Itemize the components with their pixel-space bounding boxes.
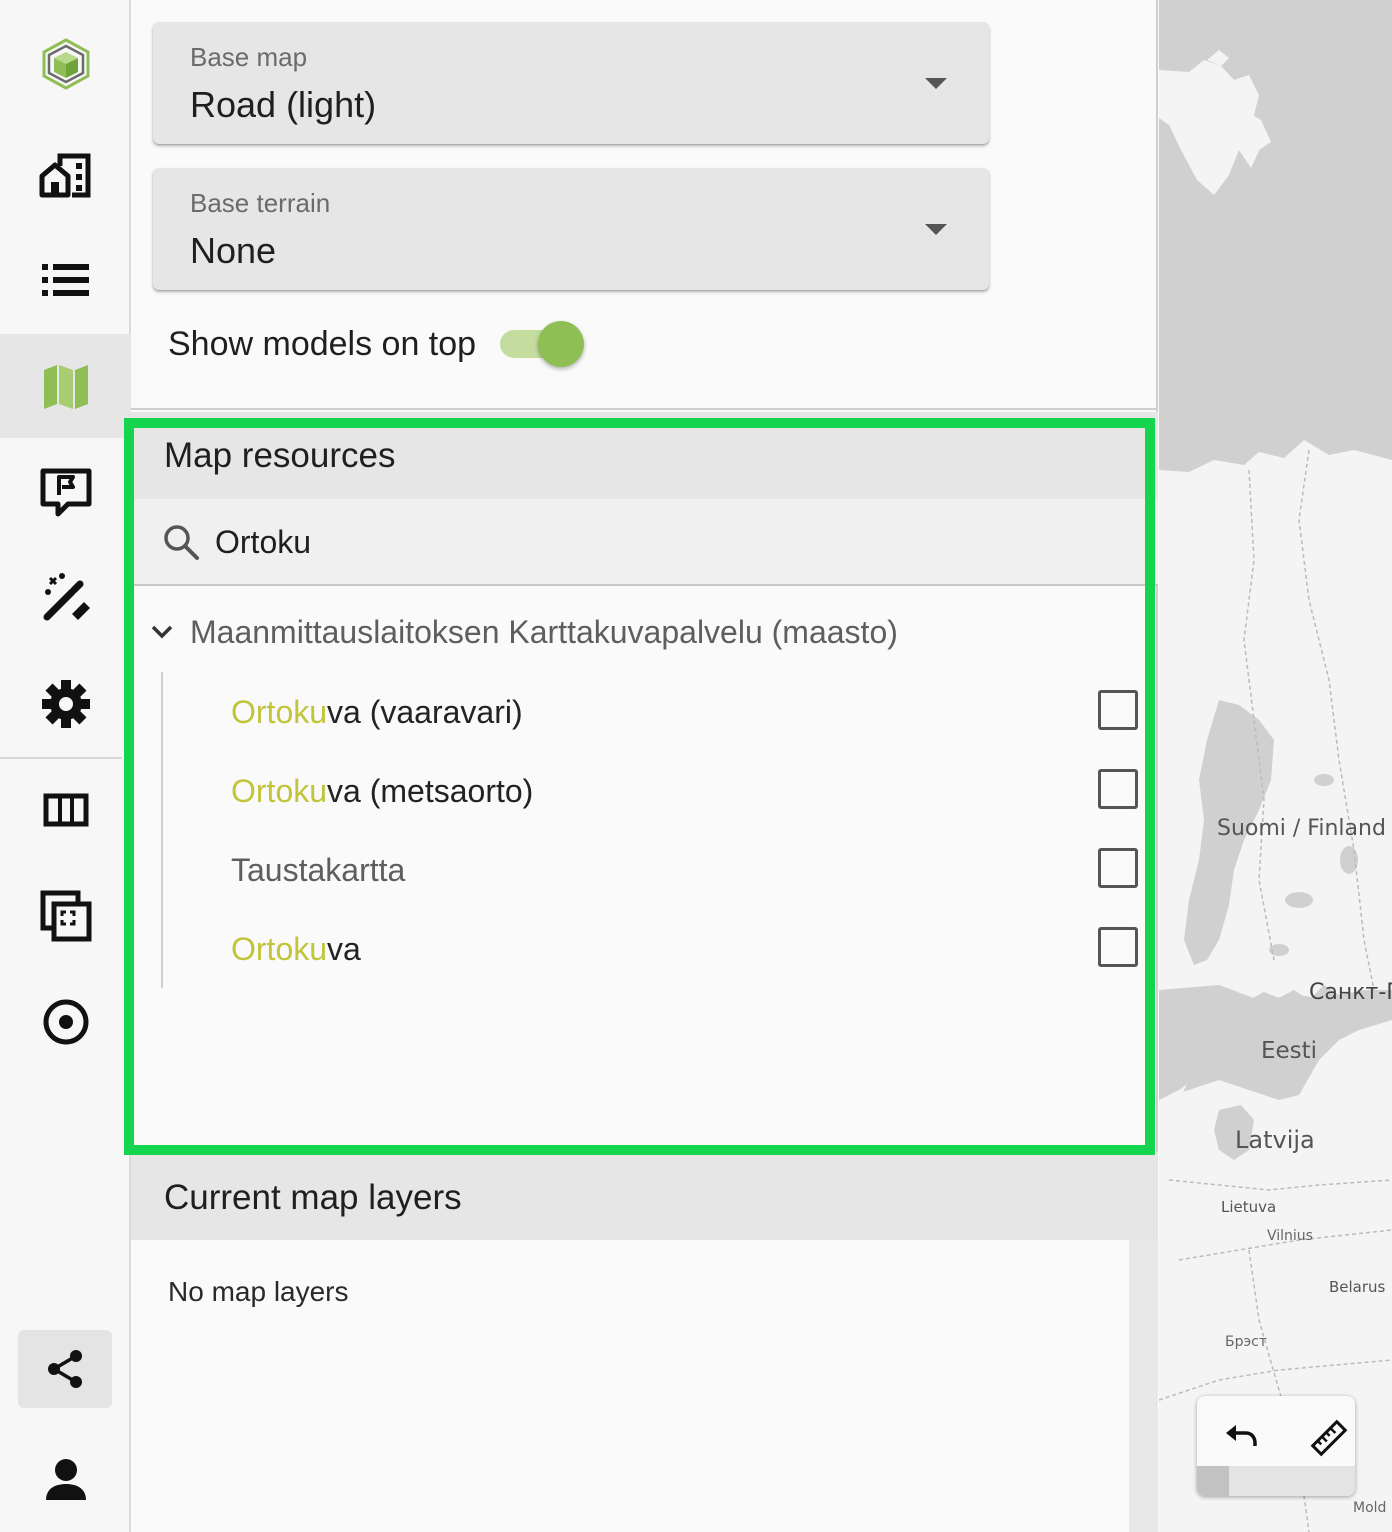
search-icon (164, 525, 199, 560)
chevron-down-icon[interactable] (149, 619, 175, 645)
resource-item-ortokuva-metsaorto[interactable]: Ortokuva (metsaorto) (231, 763, 1141, 819)
empty-layers-text: No map layers (168, 1276, 349, 1307)
resource-item-taustakartta[interactable]: Taustakartta (231, 842, 1141, 898)
undo-icon (1226, 1425, 1257, 1446)
settings-button[interactable] (0, 652, 131, 756)
account-button[interactable] (0, 1428, 131, 1532)
label-rest: va (vaaravari) (327, 694, 523, 730)
resource-checkbox[interactable] (1098, 927, 1138, 967)
map-label-lithuania: Lietuva (1221, 1198, 1277, 1216)
base-terrain-value: None (190, 230, 277, 271)
divider (131, 408, 1158, 410)
list-button[interactable] (0, 228, 131, 332)
current-layers-list: No map layers (131, 1240, 1129, 1532)
base-terrain-select[interactable]: Base terrain None (153, 168, 989, 290)
share-icon (48, 1350, 82, 1388)
resource-checkbox[interactable] (1098, 690, 1138, 730)
map-label-moldova: Mold (1353, 1500, 1387, 1516)
map-button[interactable] (0, 334, 131, 438)
undo-button[interactable] (1213, 1410, 1269, 1466)
tools-icon (43, 573, 90, 621)
feedback-icon (40, 468, 91, 517)
target-icon (43, 999, 88, 1045)
buildings-icon (39, 153, 90, 198)
resource-item-ortokuva-vaaravari[interactable]: Ortokuva (vaaravari) (231, 684, 1141, 740)
selection-button[interactable] (0, 864, 131, 968)
resource-group-header[interactable]: Maanmittauslaitoksen Karttakuvapalvelu (… (149, 606, 898, 658)
target-button[interactable] (0, 970, 131, 1074)
map-label-latvia: Latvija (1235, 1126, 1315, 1154)
resource-item-ortokuva[interactable]: Ortokuva (231, 921, 1141, 977)
navigation-rail (0, 0, 131, 1532)
selection-icon (40, 890, 91, 942)
search-match: Ortoku (231, 931, 328, 967)
feedback-button[interactable] (0, 440, 131, 544)
base-map-select[interactable]: Base map Road (light) (153, 22, 989, 144)
base-map-value: Road (light) (190, 84, 377, 125)
ruler-icon (1310, 1419, 1348, 1457)
logo-button[interactable] (0, 12, 131, 116)
buildings-button[interactable] (0, 124, 131, 228)
person-icon (45, 1459, 86, 1500)
map-view[interactable]: Suomi / Finland Санкт-П Eesti Latvija Li… (1159, 0, 1392, 1532)
scrollbar[interactable] (1129, 1240, 1158, 1532)
columns-icon (43, 793, 88, 827)
map-label-vilnius: Vilnius (1267, 1228, 1313, 1244)
resource-checkbox[interactable] (1098, 848, 1138, 888)
map-label-estonia: Eesti (1261, 1038, 1318, 1064)
search-input[interactable] (215, 517, 1075, 567)
chevron-down-icon (925, 224, 947, 235)
current-layers-header: Current map layers (131, 1152, 1158, 1240)
base-map-label: Base map (190, 42, 308, 72)
toggle-knob (538, 321, 585, 367)
map-resources-header: Map resources (131, 412, 1158, 499)
show-models-toggle[interactable] (500, 318, 585, 370)
resource-item-label: Ortokuva (metsaorto) (231, 773, 533, 810)
base-terrain-label: Base terrain (190, 188, 331, 218)
tools-button[interactable] (0, 546, 131, 650)
resource-item-label: Ortokuva (231, 931, 361, 968)
search-match: Ortoku (231, 773, 328, 809)
map-toolbar (1197, 1396, 1355, 1496)
map-resources-title: Map resources (164, 436, 396, 475)
map-landmass (1159, 50, 1392, 1532)
logo-icon (42, 38, 89, 90)
tree-guide-line (161, 672, 163, 988)
scale-bar-fill (1197, 1466, 1229, 1496)
scale-bar (1197, 1466, 1355, 1496)
show-models-label: Show models on top (168, 324, 477, 363)
map-label-brest: Брэст (1225, 1334, 1268, 1350)
label-rest: va (metsaorto) (327, 773, 534, 809)
resource-item-label: Ortokuva (vaaravari) (231, 694, 523, 731)
list-icon (41, 264, 89, 296)
resource-group-label: Maanmittauslaitoksen Karttakuvapalvelu (… (190, 613, 898, 650)
map-label-belarus: Belarus (1329, 1278, 1386, 1296)
show-models-row: Show models on top (168, 318, 585, 370)
share-button[interactable] (18, 1330, 112, 1408)
chevron-down-icon (925, 78, 947, 89)
search-match: Ortoku (231, 694, 328, 730)
map-label-finland: Suomi / Finland (1217, 816, 1386, 841)
label-rest: va (327, 931, 361, 967)
resource-item-label: Taustakartta (231, 852, 406, 888)
measure-button[interactable] (1301, 1410, 1357, 1466)
resource-checkbox[interactable] (1098, 769, 1138, 809)
resource-search (131, 499, 1158, 586)
columns-button[interactable] (0, 758, 131, 862)
map-settings-panel: Base map Road (light) Base terrain None … (131, 0, 1158, 1532)
map-label-spb: Санкт-П (1309, 980, 1392, 1005)
map-icon (43, 365, 88, 409)
settings-icon (41, 680, 90, 728)
current-layers-title: Current map layers (164, 1178, 462, 1217)
